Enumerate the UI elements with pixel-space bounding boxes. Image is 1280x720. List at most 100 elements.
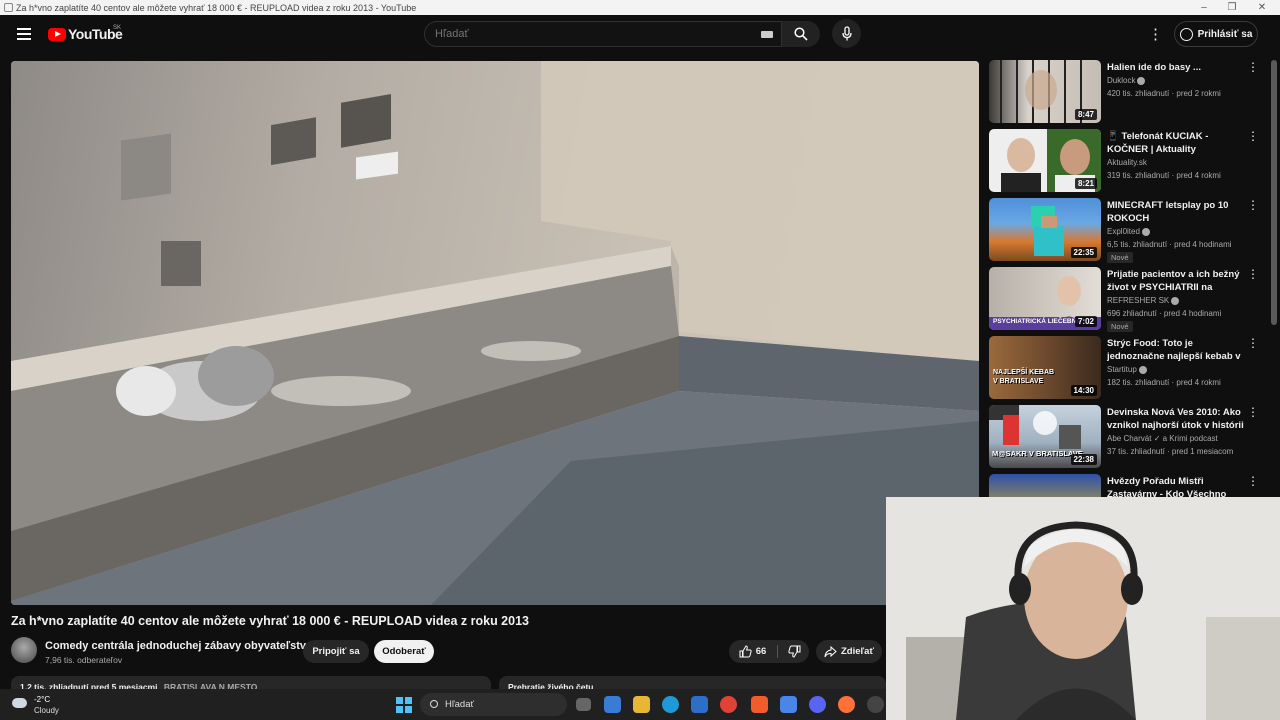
- video-thumbnail[interactable]: NAJLEPŠÍ KEBAB V BRATISLAVE 14:30: [989, 336, 1101, 399]
- video-thumbnail[interactable]: 8:47: [989, 60, 1101, 123]
- channel-label: Startitup: [1107, 365, 1137, 374]
- more-options-icon[interactable]: ⋮: [1247, 199, 1259, 213]
- recommendation-meta: 37 tis. zhliadnutí · pred 1 mesiacom: [1107, 447, 1234, 456]
- recommendation-meta: 696 zhliadnutí · pred 4 hodinami: [1107, 309, 1222, 318]
- channel-label: Duklock: [1107, 76, 1136, 85]
- recommendation-channel[interactable]: Startitup: [1107, 365, 1147, 374]
- recommendation-title[interactable]: Strýc Food: Toto je jednoznačne najlepší…: [1107, 337, 1245, 363]
- start-button[interactable]: [396, 697, 412, 713]
- more-options-icon[interactable]: ⋮: [1247, 268, 1259, 282]
- recommendation-item[interactable]: Hvězdy Pořadu Mistři Zastavárny - Kdo Vš…: [989, 473, 1269, 499]
- recommendation-item[interactable]: 22:35 MINECRAFT letsplay po 10 ROKOCH Ex…: [989, 197, 1269, 263]
- channel-name[interactable]: Comedy centrála jednoduchej zábavy obyva…: [45, 640, 312, 652]
- voice-search-button[interactable]: [832, 19, 861, 48]
- recommendation-channel[interactable]: Expl0ited: [1107, 227, 1150, 236]
- verified-icon: [1141, 227, 1150, 236]
- thumbnail-caption-line: NAJLEPŠÍ KEBAB: [993, 369, 1055, 376]
- menu-icon[interactable]: [17, 28, 31, 40]
- chrome-icon[interactable]: [720, 696, 737, 713]
- photos-icon[interactable]: [691, 696, 708, 713]
- recommendation-item[interactable]: 8:21 📱 Telefonát KUCIAK - KOČNER | Aktua…: [989, 128, 1269, 192]
- brave-icon[interactable]: [751, 696, 768, 713]
- notepad-icon[interactable]: [780, 696, 797, 713]
- join-button[interactable]: Pripojiť sa: [303, 640, 369, 663]
- video-thumbnail[interactable]: M@SAKR V BRATISLAVE 22:38: [989, 405, 1101, 468]
- maximize-button[interactable]: ❐: [1217, 0, 1247, 15]
- like-button[interactable]: 66: [729, 640, 776, 663]
- thumbnail-caption: PSYCHIATRICKÁ LIEČEBŇA: [993, 318, 1081, 325]
- page-scrollbar[interactable]: [1271, 60, 1277, 325]
- dislike-button[interactable]: [779, 640, 809, 663]
- mic-icon: [841, 26, 852, 40]
- share-label: Zdieľať: [840, 646, 875, 657]
- recommendation-meta: 420 tis. zhliadnutí · pred 2 rokmi: [1107, 89, 1221, 98]
- edge-icon[interactable]: [662, 696, 679, 713]
- more-options-icon[interactable]: ⋮: [1247, 406, 1259, 420]
- search-input[interactable]: [425, 22, 745, 46]
- recommendation-title[interactable]: Devinska Nová Ves 2010: Ako vznikol najh…: [1107, 406, 1245, 432]
- close-button[interactable]: ✕: [1247, 0, 1277, 15]
- verified-icon: [1137, 76, 1146, 85]
- recommendations-sidebar: 8:47 Halien ide do basy ... Duklock 420 …: [989, 59, 1269, 499]
- channel-label: REFRESHER SK: [1107, 296, 1170, 305]
- search-button[interactable]: [782, 21, 820, 47]
- video-thumbnail[interactable]: [989, 474, 1101, 499]
- more-options-icon[interactable]: ⋮: [1247, 130, 1259, 144]
- recommendation-item[interactable]: M@SAKR V BRATISLAVE 22:38 Devinska Nová …: [989, 404, 1269, 468]
- recommendation-channel[interactable]: Duklock: [1107, 76, 1146, 85]
- recommendation-meta: 182 tis. zhliadnutí · pred 4 rokmi: [1107, 378, 1221, 387]
- video-player[interactable]: [11, 61, 979, 605]
- recommendation-meta: 6,5 tis. zhliadnutí · pred 4 hodinami: [1107, 240, 1232, 249]
- firefox-icon[interactable]: [838, 696, 855, 713]
- video-thumbnail[interactable]: 22:35: [989, 198, 1101, 261]
- windows-taskbar: -2°C Cloudy Hľadať: [0, 689, 886, 720]
- recommendation-title[interactable]: 📱 Telefonát KUCIAK - KOČNER | Aktuality: [1107, 130, 1245, 156]
- recommendation-item[interactable]: PSYCHIATRICKÁ LIEČEBŇA 7:02 Prijatie pac…: [989, 266, 1269, 332]
- recommendation-title[interactable]: Prijatie pacientov a ich bežný život v P…: [1107, 268, 1245, 294]
- share-button[interactable]: Zdieľať: [816, 640, 882, 663]
- discord-icon[interactable]: [809, 696, 826, 713]
- signin-button[interactable]: Prihlásiť sa: [1174, 21, 1258, 47]
- video-duration: 8:21: [1074, 178, 1097, 189]
- verified-icon: [1171, 296, 1180, 305]
- keyboard-icon[interactable]: [761, 31, 773, 38]
- weather-widget[interactable]: -2°C Cloudy: [12, 692, 72, 718]
- like-count: 66: [755, 646, 767, 657]
- youtube-logo[interactable]: YouTube: [48, 26, 123, 42]
- thumbnail-caption: M@SAKR V BRATISLAVE: [992, 449, 1083, 458]
- recommendation-item[interactable]: 8:47 Halien ide do basy ... Duklock 420 …: [989, 59, 1269, 123]
- thumbs-up-icon: [739, 645, 752, 658]
- recommendation-channel[interactable]: Abe Charvát ✓ a Krimi podcast: [1107, 434, 1218, 443]
- thumbnail-caption: NAJLEPŠÍ KEBAB V BRATISLAVE: [993, 368, 1054, 386]
- recommendation-item[interactable]: NAJLEPŠÍ KEBAB V BRATISLAVE 14:30 Strýc F…: [989, 335, 1269, 399]
- channel-avatar[interactable]: [11, 637, 37, 663]
- video-duration: 8:47: [1074, 109, 1097, 120]
- channel-label: Expl0ited: [1107, 227, 1140, 236]
- recommendation-title[interactable]: Hvězdy Pořadu Mistři Zastavárny - Kdo Vš…: [1107, 475, 1245, 499]
- window-title: Za h*vno zaplatíte 40 centov ale môžete …: [16, 2, 417, 13]
- recommendation-channel[interactable]: Aktuality.sk: [1107, 158, 1147, 167]
- task-view-icon[interactable]: [576, 698, 591, 711]
- weather-temperature: -2°C: [34, 695, 51, 704]
- share-icon: [824, 645, 837, 657]
- yt-header: YouTube SK ⋮ Prihlásiť sa: [0, 15, 1280, 55]
- recommendation-title[interactable]: Halien ide do basy ...: [1107, 61, 1245, 74]
- subscribe-button[interactable]: Odoberať: [374, 640, 434, 663]
- store-icon[interactable]: [604, 696, 621, 713]
- recommendation-channel[interactable]: REFRESHER SK: [1107, 296, 1180, 305]
- more-options-icon[interactable]: ⋮: [1247, 475, 1259, 489]
- taskbar-search[interactable]: Hľadať: [420, 693, 567, 716]
- video-thumbnail[interactable]: PSYCHIATRICKÁ LIEČEBŇA 7:02: [989, 267, 1101, 330]
- minimize-button[interactable]: –: [1189, 0, 1219, 15]
- search-box: [424, 21, 782, 47]
- like-dislike-group: 66: [729, 640, 809, 663]
- file-explorer-icon[interactable]: [633, 696, 650, 713]
- recommendation-title[interactable]: MINECRAFT letsplay po 10 ROKOCH: [1107, 199, 1245, 225]
- more-icon[interactable]: ⋮: [1148, 25, 1163, 45]
- opera-gx-icon[interactable]: [867, 696, 884, 713]
- video-thumbnail[interactable]: 8:21: [989, 129, 1101, 192]
- video-duration: 22:38: [1070, 454, 1097, 465]
- thumbnail-caption-line: V BRATISLAVE: [993, 378, 1044, 385]
- more-options-icon[interactable]: ⋮: [1247, 337, 1259, 351]
- more-options-icon[interactable]: ⋮: [1247, 61, 1259, 75]
